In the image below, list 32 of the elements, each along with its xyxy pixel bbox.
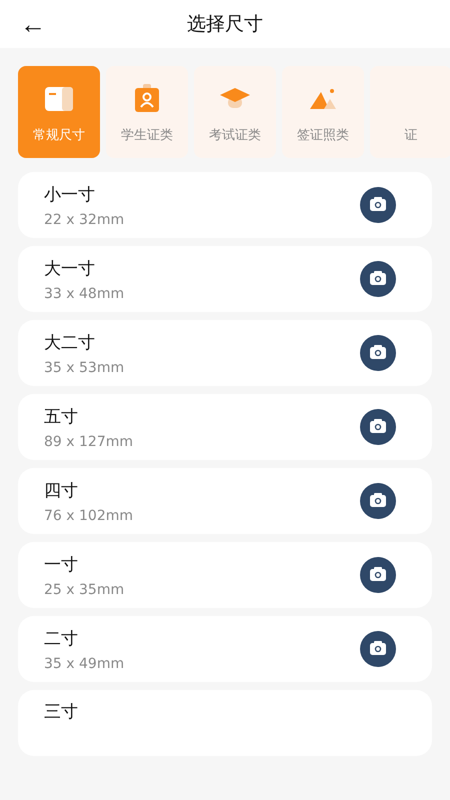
size-dimensions: 89 x 127mm: [44, 434, 133, 450]
size-name: 大一寸: [44, 258, 96, 280]
size-card[interactable]: 大二寸 35 x 53mm: [18, 320, 432, 386]
size-name: 三寸: [44, 701, 78, 723]
camera-icon[interactable]: [360, 557, 396, 593]
camera-icon[interactable]: [360, 409, 396, 445]
camera-icon[interactable]: [360, 187, 396, 223]
size-card[interactable]: 三寸: [18, 690, 432, 756]
size-card[interactable]: 大一寸 33 x 48mm: [18, 246, 432, 312]
camera-icon[interactable]: [360, 631, 396, 667]
size-dimensions: 22 x 32mm: [44, 212, 124, 228]
size-name: 五寸: [44, 406, 79, 428]
camera-icon[interactable]: [360, 483, 396, 519]
back-button[interactable]: ←: [0, 11, 46, 37]
size-dimensions: 33 x 48mm: [44, 286, 124, 302]
size-card[interactable]: 四寸 76 x 102mm: [18, 468, 432, 534]
camera-icon[interactable]: [360, 335, 396, 371]
size-name: 二寸: [44, 628, 79, 650]
size-card[interactable]: 五寸 89 x 127mm: [18, 394, 432, 460]
size-dimensions: 35 x 53mm: [44, 360, 124, 376]
size-card[interactable]: 小一寸 22 x 32mm: [18, 172, 432, 238]
page-title: 选择尺寸: [187, 13, 263, 35]
size-card[interactable]: 二寸 35 x 49mm: [18, 616, 432, 682]
size-card[interactable]: 一寸 25 x 35mm: [18, 542, 432, 608]
size-dimensions: 76 x 102mm: [44, 508, 133, 524]
size-dimensions: 25 x 35mm: [44, 582, 124, 598]
size-name: 一寸: [44, 554, 79, 576]
camera-icon[interactable]: [360, 261, 396, 297]
size-name: 小一寸: [44, 184, 96, 206]
size-name: 大二寸: [44, 332, 96, 354]
size-name: 四寸: [44, 480, 79, 502]
size-dimensions: 35 x 49mm: [44, 656, 124, 672]
